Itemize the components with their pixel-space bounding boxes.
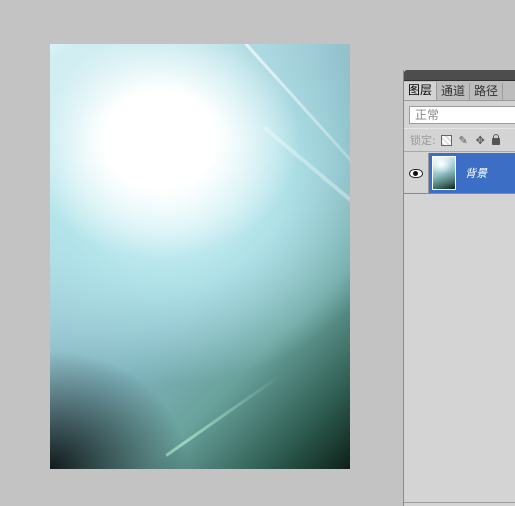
- eye-icon: [409, 168, 423, 178]
- lock-transparency-icon[interactable]: [440, 134, 452, 146]
- tab-channels[interactable]: 通道: [437, 83, 471, 100]
- light-streak: [262, 125, 350, 207]
- document-canvas-area[interactable]: [0, 0, 403, 506]
- panel-tabs: 图层 通道 路径: [404, 81, 515, 101]
- visibility-toggle[interactable]: [404, 153, 429, 193]
- layer-thumbnail: [432, 156, 456, 190]
- layer-name: 背景: [465, 167, 487, 180]
- lock-label: 锁定:: [410, 134, 436, 147]
- layers-panel: 图层 通道 路径 正常 锁定: ✎ ✥ 背景: [403, 70, 515, 506]
- blend-mode-row: 正常: [404, 101, 515, 128]
- light-streak: [190, 44, 350, 230]
- lock-brush-icon[interactable]: ✎: [458, 134, 469, 147]
- layers-list: 背景: [404, 153, 515, 506]
- layer-row[interactable]: 背景: [404, 153, 515, 194]
- blend-mode-select[interactable]: 正常: [409, 106, 515, 124]
- tab-paths[interactable]: 路径: [470, 83, 504, 100]
- lock-all-icon[interactable]: [491, 134, 500, 145]
- panel-footer: [404, 502, 515, 506]
- tab-layers[interactable]: 图层: [404, 82, 438, 100]
- lock-row: 锁定: ✎ ✥: [404, 128, 515, 152]
- document-image[interactable]: [50, 44, 350, 469]
- layer-item[interactable]: 背景: [429, 153, 515, 193]
- panel-title-bar[interactable]: [404, 70, 515, 81]
- dark-corner: [50, 349, 190, 469]
- lock-move-icon[interactable]: ✥: [475, 134, 486, 147]
